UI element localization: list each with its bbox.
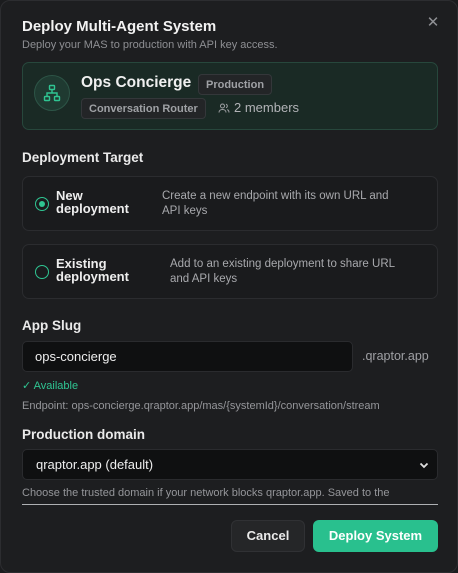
members-label: 2 members [234, 100, 300, 115]
dialog-subtitle: Deploy your MAS to production with API k… [22, 39, 278, 51]
system-name: Ops Concierge [81, 74, 192, 91]
option-label: New deployment [56, 188, 129, 216]
radio-existing-deployment[interactable] [35, 265, 49, 279]
availability-status: ✓ Available [22, 380, 79, 392]
system-summary-card: Ops Concierge Production Conversation Ro… [22, 62, 438, 130]
option-existing-deployment[interactable]: Existing deployment Add to an existing d… [22, 244, 438, 299]
selected-domain: qraptor.app (default) [36, 457, 154, 472]
option-label: Existing deployment [56, 256, 129, 284]
hierarchy-icon [34, 75, 70, 111]
endpoint-preview: Endpoint: ops-concierge.qraptor.app/mas/… [22, 400, 380, 412]
chevron-down-icon [419, 462, 429, 469]
radio-new-deployment[interactable] [35, 197, 49, 211]
deploy-dialog: Deploy Multi-Agent System Deploy your MA… [0, 0, 458, 573]
option-description: Add to an existing deployment to share U… [170, 258, 396, 285]
app-slug-input[interactable]: ops-concierge [22, 341, 353, 372]
production-domain-label: Production domain [22, 427, 145, 442]
cancel-button[interactable]: Cancel [231, 520, 305, 552]
slug-domain-suffix: .qraptor.app [362, 349, 429, 363]
domain-help-text: Choose the trusted domain if your networ… [22, 487, 438, 505]
deploy-system-button[interactable]: Deploy System [313, 520, 438, 552]
production-domain-select[interactable]: qraptor.app (default) [22, 449, 438, 480]
app-slug-label: App Slug [22, 318, 82, 333]
option-new-deployment[interactable]: New deployment Create a new endpoint wit… [22, 176, 438, 231]
users-icon [218, 103, 230, 113]
environment-badge: Production [198, 74, 273, 95]
option-description: Create a new endpoint with its own URL a… [162, 190, 389, 217]
deployment-target-label: Deployment Target [22, 150, 144, 165]
close-icon[interactable]: ✕ [426, 15, 440, 30]
members-count: 2 members [218, 100, 299, 115]
system-type-badge: Conversation Router [81, 98, 206, 119]
dialog-title: Deploy Multi-Agent System [22, 18, 217, 35]
